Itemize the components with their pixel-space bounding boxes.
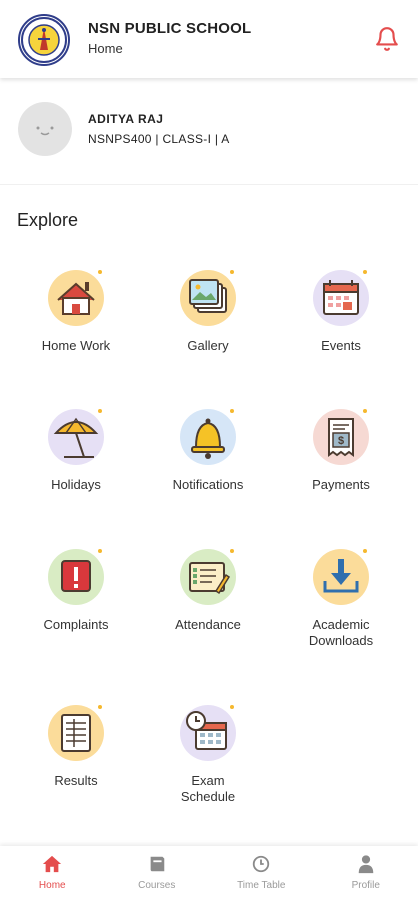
clock-icon: [253, 855, 270, 873]
tile-label: Exam Schedule: [143, 773, 273, 805]
tile-label: Payments: [312, 477, 370, 492]
nav-profile[interactable]: Profile: [314, 846, 418, 900]
student-name: ADITYA RAJ: [88, 112, 164, 126]
alert-icon: [44, 545, 108, 609]
divider: [0, 184, 418, 185]
home-icon: [44, 266, 108, 330]
download-icon: [309, 545, 373, 609]
checklist-icon: [176, 545, 240, 609]
screen-name: Home: [88, 41, 123, 56]
tile-label-line1: Academic: [312, 617, 370, 632]
tile-complaints[interactable]: Complaints: [11, 545, 141, 633]
notification-bell-icon[interactable]: [374, 26, 400, 52]
tile-payments[interactable]: $ Payments: [276, 405, 406, 493]
tile-gallery[interactable]: Gallery: [143, 266, 273, 354]
receipt-icon: $: [309, 405, 373, 469]
school-logo: [18, 14, 70, 66]
explore-heading: Explore: [17, 210, 79, 230]
nav-label: Time Table: [237, 880, 286, 891]
book-icon: [150, 856, 165, 872]
svg-text:$: $: [338, 435, 344, 447]
tile-label: Holidays: [51, 477, 101, 492]
bell-icon: [176, 405, 240, 469]
gallery-icon: [176, 266, 240, 330]
tile-label-line2: Downloads: [308, 633, 374, 648]
school-name: NSN PUBLIC SCHOOL: [88, 20, 252, 37]
calendar-icon: [309, 266, 373, 330]
tile-home-work[interactable]: Home Work: [11, 266, 141, 354]
tile-events[interactable]: Events: [276, 266, 406, 354]
tile-academic-downloads[interactable]: Academic Downloads: [276, 545, 406, 649]
tile-label: Notifications: [172, 477, 244, 492]
header-titles: NSN PUBLIC SCHOOL Home: [88, 20, 251, 56]
student-meta: NSNPS400 | CLASS-I | A: [88, 132, 230, 146]
tile-attendance[interactable]: Attendance: [143, 545, 273, 633]
tile-label: Complaints: [43, 617, 109, 632]
umbrella-icon: [44, 405, 108, 469]
tile-label: Gallery: [187, 338, 229, 353]
student-card[interactable]: ADITYA RAJ NSNPS400 | CLASS-I | A: [0, 84, 418, 184]
home-icon: [43, 855, 62, 873]
tile-label: Attendance: [175, 617, 241, 632]
nav-home[interactable]: Home: [0, 846, 105, 900]
nav-label: Profile: [351, 880, 380, 891]
tile-exam-schedule[interactable]: Exam Schedule: [143, 701, 273, 805]
tile-label: Home Work: [41, 338, 111, 353]
tile-holidays[interactable]: Holidays: [11, 405, 141, 493]
results-icon: [44, 701, 108, 765]
nav-time-table[interactable]: Time Table: [209, 846, 314, 900]
nav-label: Home: [38, 880, 66, 891]
app-header: NSN PUBLIC SCHOOL Home: [0, 0, 418, 78]
tile-label-line1: Exam: [191, 773, 225, 788]
clock-calendar-icon: [176, 701, 240, 765]
tile-label: Academic Downloads: [276, 617, 406, 649]
nav-courses[interactable]: Courses: [105, 846, 210, 900]
person-icon: [358, 855, 374, 874]
tile-label: Events: [321, 338, 361, 353]
bottom-navigation: Home Courses Time Table Profile: [0, 846, 418, 900]
nav-label: Courses: [138, 880, 176, 891]
avatar: [18, 102, 72, 156]
tile-label-line2: Schedule: [180, 789, 236, 804]
tile-label: Results: [54, 773, 98, 788]
tile-notifications[interactable]: Notifications: [143, 405, 273, 493]
tile-results[interactable]: Results: [11, 701, 141, 789]
